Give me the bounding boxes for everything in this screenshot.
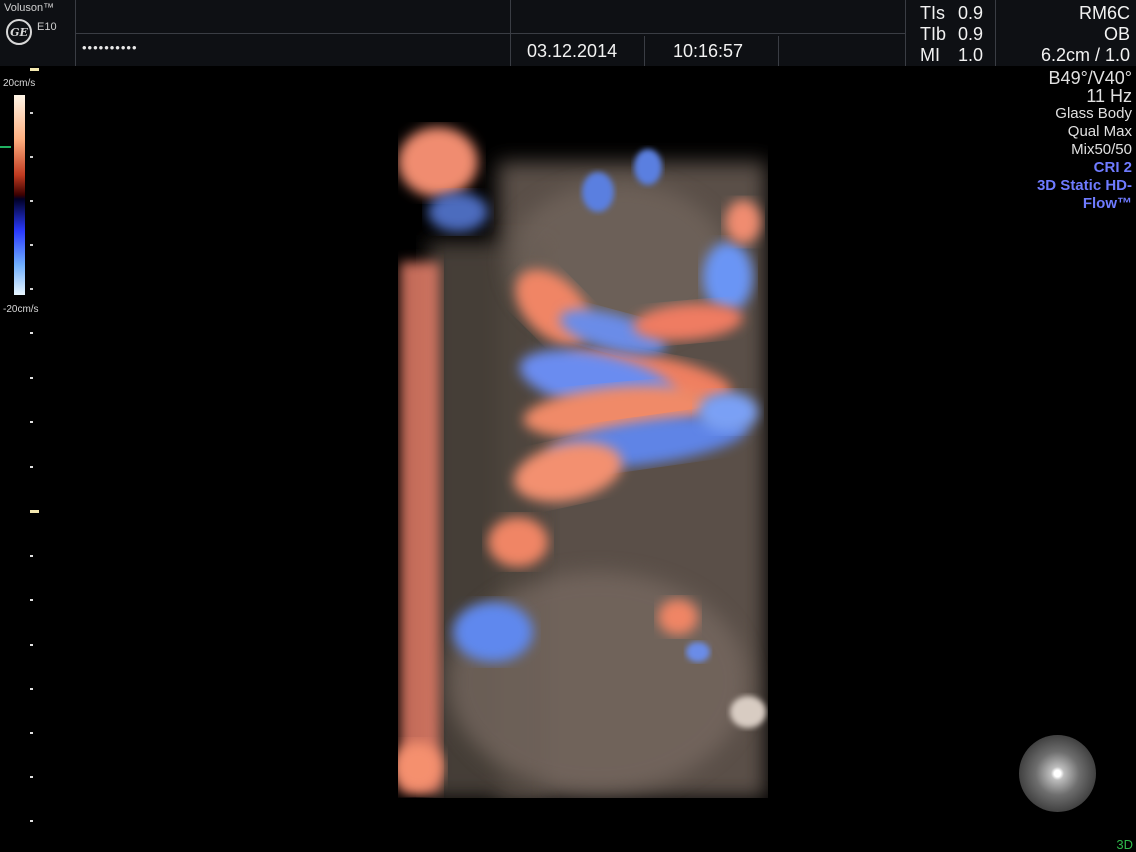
mode-label-line2: Flow™ bbox=[1082, 195, 1132, 212]
depth-tick bbox=[30, 776, 33, 778]
depth-tick bbox=[30, 466, 33, 468]
header-divider bbox=[510, 0, 511, 66]
patient-name: •••••••••• bbox=[82, 40, 138, 55]
quality-setting: Qual Max bbox=[1067, 123, 1132, 140]
angles-value: B49°/V40° bbox=[1048, 68, 1132, 88]
orientation-sphere-icon[interactable] bbox=[1019, 735, 1096, 812]
mode-label-line1: 3D Static HD- bbox=[1036, 177, 1132, 194]
frame-rate: 11 Hz bbox=[1086, 86, 1132, 106]
mi-label: MI bbox=[920, 45, 940, 65]
scale-tick bbox=[30, 112, 33, 114]
brand-name: Voluson™ bbox=[4, 2, 55, 14]
header-bar: Voluson™ GE E10 •••••••••• 03.12.2014 10… bbox=[0, 0, 1136, 66]
3d-volume-render bbox=[398, 127, 766, 798]
probe-name: RM6C bbox=[1078, 3, 1130, 23]
velocity-scale-bottom: -20cm/s bbox=[3, 304, 39, 315]
scale-tick bbox=[30, 288, 33, 290]
depth-tick bbox=[30, 68, 39, 71]
exam-time: 10:16:57 bbox=[673, 41, 744, 61]
depth-tick bbox=[30, 421, 33, 423]
mode-3d-tag: 3D bbox=[1116, 837, 1133, 852]
tis-value: 0.9 bbox=[958, 3, 984, 23]
depth-tick bbox=[30, 732, 33, 734]
depth-tick bbox=[30, 644, 33, 646]
tis-label: TIs bbox=[920, 3, 945, 23]
imaging-params: B49°/V40° 11 Hz Glass Body Qual Max Mix5… bbox=[1037, 69, 1132, 213]
baseline-marker bbox=[0, 146, 11, 148]
depth-tick bbox=[30, 688, 33, 690]
depth-tick bbox=[30, 820, 33, 822]
scale-tick bbox=[30, 244, 33, 246]
velocity-scale-top: 20cm/s bbox=[3, 78, 36, 89]
header-divider bbox=[905, 0, 906, 66]
render-mode: Glass Body bbox=[1055, 105, 1132, 122]
depth-zoom: 6.2cm / 1.0 bbox=[1040, 45, 1130, 65]
mix-setting: Mix50/50 bbox=[1071, 141, 1132, 158]
depth-tick bbox=[30, 555, 33, 557]
header-divider bbox=[75, 33, 905, 34]
header-divider bbox=[778, 36, 779, 66]
cri-setting: CRI 2 bbox=[1093, 159, 1132, 176]
depth-tick bbox=[30, 377, 33, 379]
scale-tick bbox=[30, 156, 33, 158]
color-velocity-bar bbox=[14, 95, 25, 295]
tib-label: TIb bbox=[920, 24, 947, 44]
model-name: E10 bbox=[37, 21, 57, 33]
tib-value: 0.9 bbox=[958, 24, 984, 44]
mi-value: 1.0 bbox=[958, 45, 984, 65]
depth-tick bbox=[30, 510, 39, 513]
ge-logo: GE bbox=[6, 19, 32, 45]
header-divider bbox=[995, 0, 996, 66]
application-name: OB bbox=[1103, 24, 1130, 44]
scale-tick bbox=[30, 200, 33, 202]
depth-tick bbox=[30, 599, 33, 601]
header-divider bbox=[644, 36, 645, 66]
depth-tick bbox=[30, 332, 33, 334]
exam-date: 03.12.2014 bbox=[527, 41, 618, 61]
